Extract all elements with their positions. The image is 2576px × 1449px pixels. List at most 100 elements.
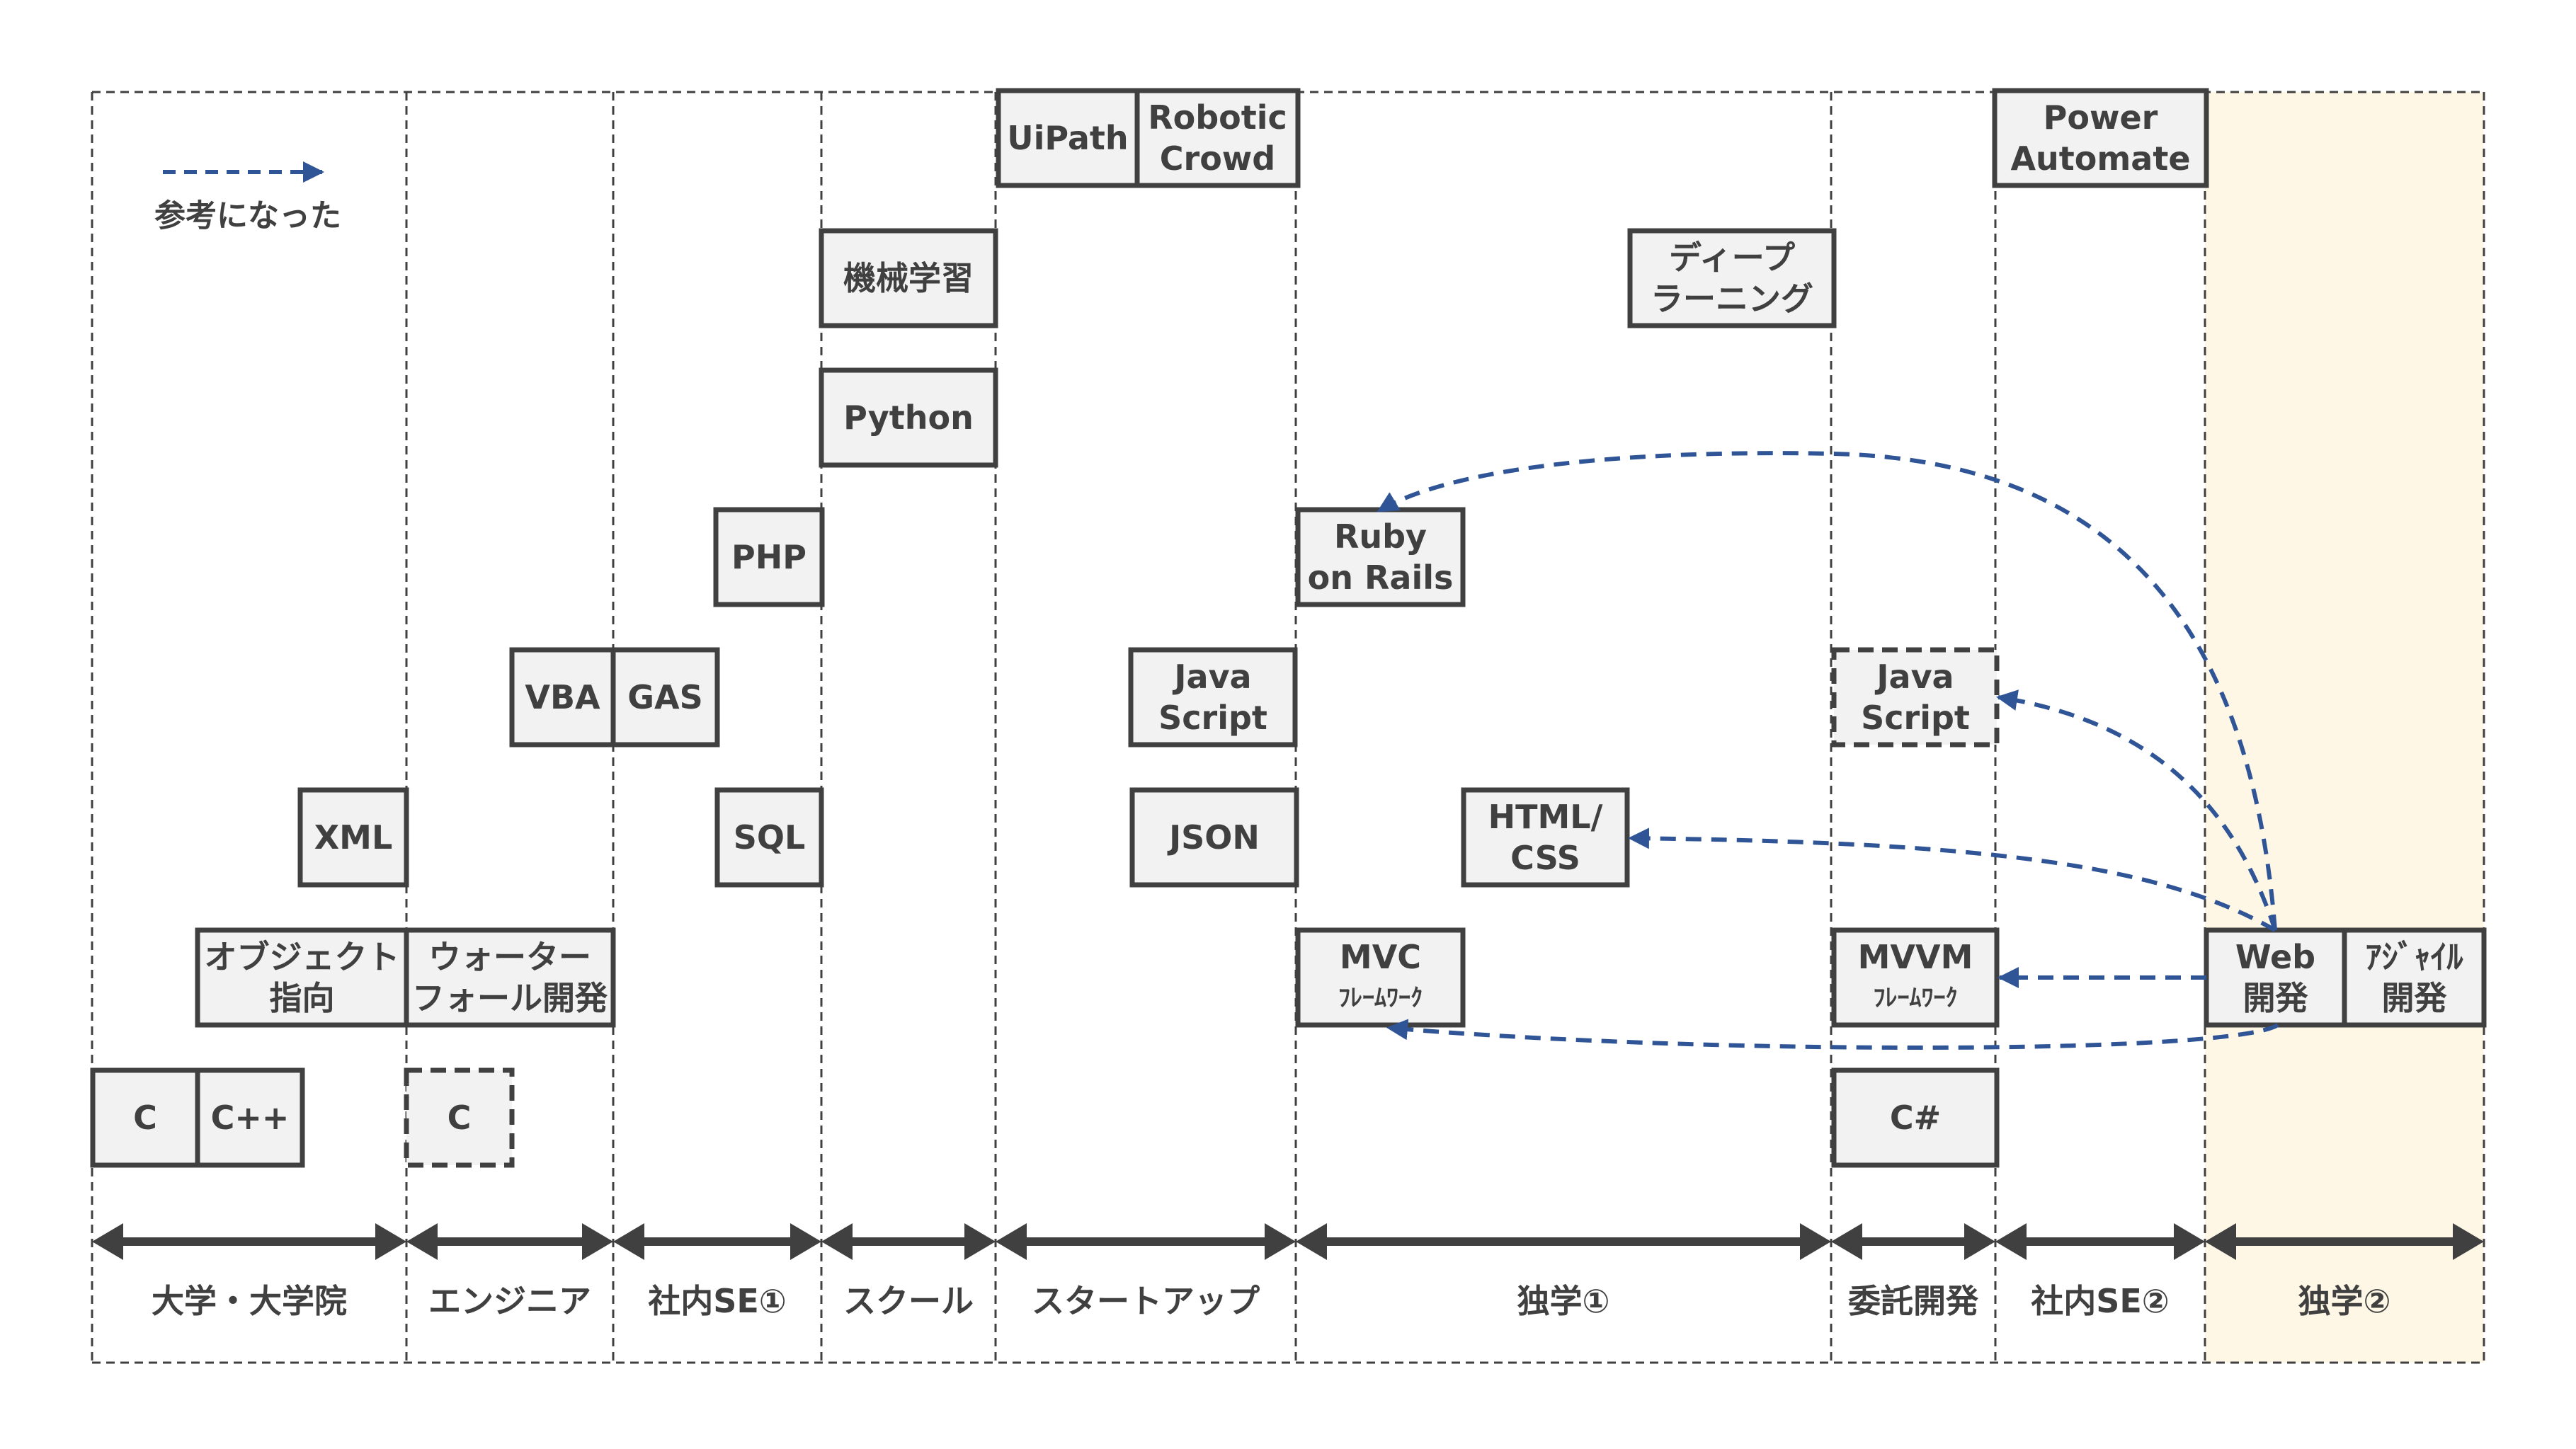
skill-box-vba: VBA xyxy=(509,647,616,748)
period-in-house-se-1: 社内SE① xyxy=(613,1223,821,1320)
skill-box-web-dev: Web開発 xyxy=(2204,927,2347,1028)
skill-label: Crowd xyxy=(1160,139,1275,178)
skill-label: 開発 xyxy=(2382,979,2448,1017)
skill-label: Automate xyxy=(2010,139,2190,178)
period-school: スクール xyxy=(821,1223,996,1320)
skill-label: Java xyxy=(1172,658,1251,696)
skill-box-c-eng: C xyxy=(404,1067,515,1168)
period-label: 大学・大学院 xyxy=(152,1282,347,1320)
skill-label: 指向 xyxy=(270,979,335,1017)
skill-box-mvvm: MVVM ﾌﾚｰﾑﾜｰｸ xyxy=(1831,927,2000,1028)
skill-label: JSON xyxy=(1167,818,1260,857)
arrowhead-left-icon xyxy=(1831,1223,1862,1260)
legend: 参考になった xyxy=(154,161,341,234)
skill-label: Power xyxy=(2044,98,2158,137)
highlighted-period-self-study-2 xyxy=(2205,92,2484,1363)
period-label: 社内SE① xyxy=(648,1282,787,1320)
period-label: スクール xyxy=(843,1282,974,1320)
skill-label: C xyxy=(133,1099,157,1137)
skill-label: ラーニング xyxy=(1651,280,1813,318)
skill-box-oop: オブジェクト指向 xyxy=(195,927,409,1028)
skill-label: ディープ xyxy=(1669,239,1795,277)
skill-label: UiPath xyxy=(1007,119,1128,157)
skill-timeline-diagram: 参考になった C C++ オブジェクト指向 XML C ウォーターフォール開発 VBA GAS… xyxy=(90,88,2487,1364)
skill-box-ml: 機械学習 xyxy=(819,228,998,328)
skill-label: C xyxy=(448,1099,472,1137)
skill-label: フォール開発 xyxy=(412,979,608,1017)
skill-label: SQL xyxy=(734,818,806,857)
skill-box-php: PHP xyxy=(713,507,825,607)
period-contract-dev: 委託開発 xyxy=(1831,1223,1995,1320)
skill-box-agile: ｱｼﾞｬｲﾙ開発 xyxy=(2342,927,2487,1028)
arrowhead-left-icon xyxy=(406,1223,438,1260)
skill-label: C++ xyxy=(211,1099,290,1137)
skill-label: MVVM xyxy=(1858,938,1973,976)
legend-label: 参考になった xyxy=(154,198,341,234)
skill-box-js-contract: JavaScript xyxy=(1831,647,2000,748)
skill-label: ﾌﾚｰﾑﾜｰｸ xyxy=(1338,984,1423,1012)
skill-label: ウォーター xyxy=(428,938,591,976)
skill-box-uipath: UiPath xyxy=(996,88,1140,188)
arrowhead-right-icon xyxy=(1964,1223,1995,1260)
skill-box-robotic-crowd: RoboticCrowd xyxy=(1134,88,1301,188)
skill-box-c-univ: C xyxy=(90,1067,200,1168)
skill-label: Python xyxy=(843,399,974,437)
skill-box-cpp: C++ xyxy=(195,1067,305,1168)
period-label: 社内SE② xyxy=(2031,1282,2170,1320)
arrowhead-left-icon xyxy=(92,1223,123,1260)
arrowhead-right-icon xyxy=(964,1223,996,1260)
skill-label: PHP xyxy=(731,538,807,576)
skill-label: C# xyxy=(1890,1099,1941,1137)
skill-label: MVC xyxy=(1340,938,1421,976)
period-startup: スタートアップ xyxy=(996,1223,1296,1320)
skill-label: オブジェクト xyxy=(205,938,400,976)
skill-box-power-automate: PowerAutomate xyxy=(1992,88,2209,188)
skill-box-sql: SQL xyxy=(714,787,824,888)
arrowhead-left-icon xyxy=(821,1223,853,1260)
arrowhead-left-icon xyxy=(996,1223,1027,1260)
skill-box-xml: XML xyxy=(297,787,409,888)
skill-label: CSS xyxy=(1510,839,1580,877)
arrowhead-left-icon xyxy=(1296,1223,1327,1260)
skill-label: Java xyxy=(1874,658,1954,696)
skill-label: Web xyxy=(2235,938,2315,976)
arrowhead-right-icon xyxy=(790,1223,821,1260)
skill-box-js-startup: JavaScript xyxy=(1128,647,1298,748)
period-in-house-se-2: 社内SE② xyxy=(1995,1223,2205,1320)
skill-label: Robotic xyxy=(1148,98,1287,137)
skill-label: XML xyxy=(314,818,393,857)
skill-box-deep-learning: ディープラーニング xyxy=(1627,228,1837,328)
skill-box-mvc: MVC ﾌﾚｰﾑﾜｰｸ xyxy=(1295,927,1466,1028)
arrowhead-left-icon xyxy=(1995,1223,2027,1260)
period-label: スタートアップ xyxy=(1032,1282,1260,1320)
reference-arrow-web-dev-to-mvc xyxy=(1386,1019,2279,1050)
skill-box-waterfall: ウォーターフォール開発 xyxy=(404,927,616,1028)
period-label: エンジニア xyxy=(428,1282,591,1320)
skill-box-gas: GAS xyxy=(610,647,720,748)
skill-label: ﾌﾚｰﾑﾜｰｸ xyxy=(1874,984,1958,1012)
skill-label: Ruby xyxy=(1334,517,1427,556)
period-label: 委託開発 xyxy=(1848,1282,1979,1320)
arrowhead-right-icon xyxy=(1265,1223,1296,1260)
skill-box-csharp: C# xyxy=(1831,1067,2000,1168)
period-engineer: エンジニア xyxy=(406,1223,613,1320)
arrowhead-right-icon xyxy=(1800,1223,1831,1260)
skill-label: ｱｼﾞｬｲﾙ xyxy=(2366,938,2464,976)
skill-box-json: JSON xyxy=(1129,787,1299,888)
period-label: 独学① xyxy=(1517,1282,1610,1320)
arrowhead-right-icon xyxy=(375,1223,406,1260)
skill-label: on Rails xyxy=(1308,559,1454,597)
skill-label: HTML/ xyxy=(1488,798,1603,836)
skill-box-rails: Rubyon Rails xyxy=(1295,507,1466,607)
period-university: 大学・大学院 xyxy=(92,1223,406,1320)
skill-label: 機械学習 xyxy=(843,259,974,297)
skill-label: Script xyxy=(1861,699,1970,737)
skill-box-html-css: HTML/CSS xyxy=(1461,787,1630,888)
skill-label: VBA xyxy=(525,678,600,716)
period-label: 独学② xyxy=(2298,1282,2391,1320)
reference-arrow-web-dev-to-html-css xyxy=(1628,827,2276,932)
arrowhead-left-icon xyxy=(613,1223,644,1260)
arrowhead-right-icon xyxy=(582,1223,613,1260)
skill-box-python: Python xyxy=(819,367,998,468)
skill-label: GAS xyxy=(627,678,703,716)
